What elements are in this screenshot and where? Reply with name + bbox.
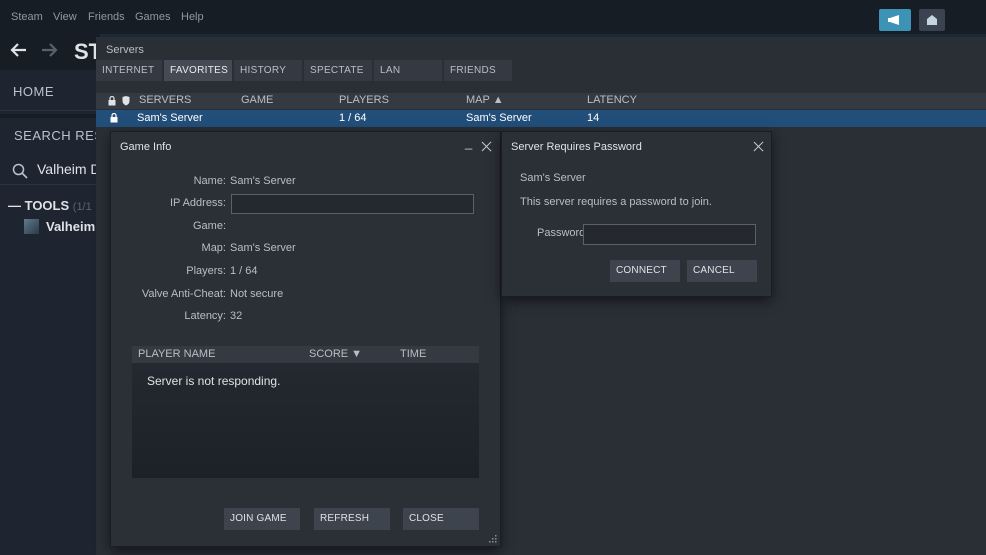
players-value: 1 / 64 [230,265,258,277]
map-label: Map: [201,242,226,254]
column-latency[interactable]: LATENCY [587,94,637,106]
notifications-button[interactable] [919,9,945,31]
refresh-button[interactable]: REFRESH [314,508,390,530]
latency-value: 32 [230,310,243,322]
valheim-game-icon [24,219,39,234]
column-players[interactable]: PLAYERS [339,94,389,106]
game-info-dialog: Game Info _ Name: Sam's Server IP Addres… [111,132,500,546]
menu-help[interactable]: Help [181,11,204,23]
password-field[interactable] [583,224,756,245]
password-dialog: Server Requires Password Sam's Server Th… [502,132,771,296]
tools-count: (1/1 [72,201,92,213]
window-title: Servers [106,44,144,56]
announcements-button[interactable] [879,9,911,31]
envelope-icon [927,15,937,25]
latency-label: Latency: [184,310,226,322]
table-row[interactable]: Sam's Server 1 / 64 Sam's Server 14 [96,110,986,127]
connect-button[interactable]: CONNECT [610,260,680,282]
dialog-title: Server Requires Password [511,141,642,153]
menu-bar: Steam View Friends Games Help [0,0,986,34]
server-name: Sam's Server [137,112,203,124]
search-value: Valheim D [37,161,100,177]
home-link[interactable]: HOME [13,84,54,99]
column-game[interactable]: GAME [241,94,273,106]
column-score[interactable]: SCORE ▼ [309,348,362,360]
search-icon [12,163,28,179]
megaphone-icon [888,15,899,25]
server-list-header: SERVERS GAME PLAYERS MAP ▲ LATENCY [96,93,986,109]
name-label: Name: [193,175,226,187]
menu-view[interactable]: View [53,11,77,23]
players-label: Players: [186,265,226,277]
server-players: 1 / 64 [339,112,367,124]
game-name: Valheim [46,219,96,234]
tools-label: — TOOLS [8,198,70,213]
menu-games[interactable]: Games [135,11,170,23]
name-value: Sam's Server [230,175,296,187]
column-map[interactable]: MAP ▲ [466,94,504,106]
close-icon[interactable] [481,141,492,152]
library-search-input[interactable]: Valheim D [10,160,100,182]
menu-friends[interactable]: Friends [88,11,125,23]
back-arrow-icon[interactable] [10,42,28,58]
close-icon[interactable] [753,141,764,152]
lock-icon [110,113,118,123]
join-game-button[interactable]: JOIN GAME [224,508,300,530]
vac-value: Not secure [230,288,284,300]
player-list-header: PLAYER NAME SCORE ▼ TIME [132,346,479,363]
lock-icon [108,96,116,106]
tab-history[interactable]: HISTORY [234,60,302,81]
password-label: Password [537,227,586,239]
map-value: Sam's Server [230,242,296,254]
server-latency: 14 [587,112,600,124]
vac-label: Valve Anti-Cheat: [141,288,226,300]
dialog-title: Game Info [120,141,172,153]
divider [0,184,100,185]
column-time[interactable]: TIME [400,348,426,360]
tools-category[interactable]: — TOOLS (1/1 [8,198,100,213]
search-results-heading: SEARCH RESU [14,128,100,143]
player-list: PLAYER NAME SCORE ▼ TIME Server is not r… [132,346,479,478]
password-message: This server requires a password to join. [520,196,712,208]
column-servers[interactable]: SERVERS [139,94,191,106]
tab-spectate[interactable]: SPECTATE [304,60,372,81]
divider [0,114,100,118]
nav-bar: ST [0,34,102,70]
status-message: Server is not responding. [147,374,281,388]
tab-lan[interactable]: LAN [374,60,442,81]
close-button[interactable]: CLOSE [403,508,479,530]
cancel-button[interactable]: CANCEL [687,260,757,282]
ip-address-field[interactable] [231,194,474,214]
minimize-button[interactable]: _ [465,135,472,150]
tab-friends[interactable]: FRIENDS [444,60,512,81]
menu-steam[interactable]: Steam [11,11,43,23]
divider [0,110,100,111]
shield-icon [122,96,130,106]
tab-internet[interactable]: INTERNET [96,60,162,81]
library-item-valheim[interactable]: Valheim [24,218,100,236]
server-tabs: INTERNET FAVORITES HISTORY SPECTATE LAN … [96,60,986,82]
server-name: Sam's Server [520,172,586,184]
resize-grip-icon[interactable] [487,533,497,543]
forward-arrow-icon[interactable] [40,42,58,58]
game-label: Game: [192,220,226,232]
server-map: Sam's Server [466,112,532,124]
column-player-name[interactable]: PLAYER NAME [138,348,215,360]
tab-favorites[interactable]: FAVORITES [164,60,232,81]
ip-label: IP Address: [169,197,226,209]
